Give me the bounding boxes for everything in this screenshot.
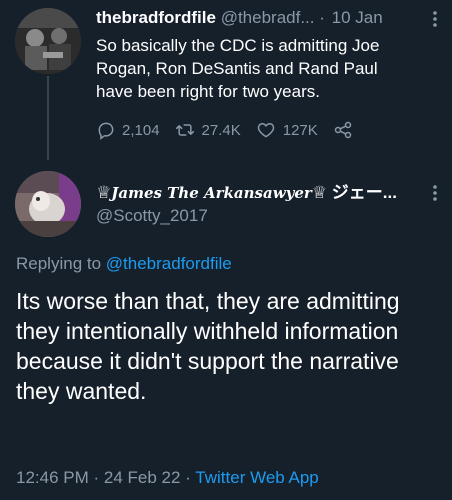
like-icon — [257, 123, 274, 138]
like-button[interactable]: 127K — [255, 120, 318, 140]
reply-tweet-header: ♕James The Arkansawyer♕ ジェー... @Scotty_2… — [0, 166, 452, 240]
tweet-text: So basically the CDC is admitting Joe Ro… — [96, 36, 380, 101]
tweet-thread: thebradfordfile @thebradf... · 10 Jan So… — [0, 0, 452, 500]
avatar-image-icon — [15, 8, 81, 74]
replying-to: Replying to @thebradfordfile — [16, 254, 232, 274]
tweet-time[interactable]: 12:46 PM — [16, 468, 89, 487]
author-handle[interactable]: @Scotty_2017 — [96, 206, 208, 226]
avatar[interactable] — [15, 8, 81, 74]
replying-to-label: Replying to — [16, 254, 102, 273]
tweet-actions: 2,104 27.4K 127K — [96, 118, 396, 142]
author-name-suffix: ♕ ジェー... — [311, 183, 397, 202]
more-icon[interactable] — [432, 184, 438, 202]
parent-tweet[interactable]: thebradfordfile @thebradf... · 10 Jan So… — [0, 0, 452, 160]
avatar[interactable] — [15, 171, 81, 237]
tweet-header: thebradfordfile @thebradf... · 10 Jan — [96, 8, 436, 30]
separator-dot: · — [185, 468, 191, 487]
tweet-date[interactable]: 10 Jan — [332, 8, 383, 27]
more-icon[interactable] — [432, 10, 438, 28]
separator-dot: · — [93, 468, 100, 487]
author-name[interactable]: thebradfordfile — [96, 8, 216, 27]
share-button[interactable] — [332, 120, 360, 140]
thread-line — [47, 76, 49, 160]
reply-text: Its worse than that, they are admitting … — [16, 288, 400, 404]
tweet-date[interactable]: 24 Feb 22 — [104, 468, 181, 487]
retweet-icon — [175, 124, 194, 136]
author-name-script: James The Arkansawyer — [111, 184, 312, 202]
reply-icon — [98, 122, 114, 140]
author-handle[interactable]: @thebradf... — [221, 8, 315, 27]
like-count: 127K — [282, 121, 318, 139]
separator-dot: · — [319, 8, 325, 27]
avatar-image-icon — [15, 171, 81, 237]
tweet-meta: 12:46 PM · 24 Feb 22 · Twitter Web App — [16, 468, 319, 488]
author-name[interactable]: ♕James The Arkansawyer♕ ジェー... — [96, 178, 397, 203]
share-icon — [334, 121, 352, 139]
retweet-button[interactable]: 27.4K — [174, 120, 241, 140]
reply-button[interactable]: 2,104 — [96, 120, 160, 140]
tweet-source-link[interactable]: Twitter Web App — [195, 468, 318, 487]
reply-count: 2,104 — [122, 121, 160, 139]
crown-prefix: ♕ — [96, 183, 112, 202]
replying-to-link[interactable]: @thebradfordfile — [106, 254, 232, 273]
retweet-count: 27.4K — [201, 121, 241, 139]
